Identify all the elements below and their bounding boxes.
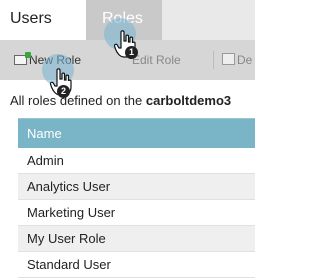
toolbar-separator: [213, 51, 214, 69]
name-column-header[interactable]: Name: [18, 118, 255, 148]
instance-name: carboltdemo3: [145, 93, 232, 108]
edit-role-button[interactable]: Edit Role: [132, 40, 181, 80]
delete-label: De: [237, 53, 253, 67]
roles-grid: Name Admin Analytics User Marketing User…: [18, 118, 255, 278]
table-row[interactable]: My User Role: [18, 226, 255, 252]
table-row[interactable]: Marketing User: [18, 200, 255, 226]
edit-role-label: Edit Role: [132, 53, 181, 67]
roles-description: All roles defined on the carboltdemo3: [10, 93, 231, 108]
table-row[interactable]: Standard User: [18, 252, 255, 278]
new-role-icon: [14, 52, 31, 65]
table-row[interactable]: Admin: [18, 148, 255, 174]
delete-icon: [222, 53, 235, 65]
delete-role-button[interactable]: De: [222, 40, 252, 80]
table-row[interactable]: Analytics User: [18, 174, 255, 200]
step-badge: 2: [57, 85, 70, 98]
description-prefix: All roles defined on the: [10, 93, 146, 108]
step-badge: 1: [125, 46, 138, 59]
tab-users[interactable]: Users: [0, 0, 86, 40]
